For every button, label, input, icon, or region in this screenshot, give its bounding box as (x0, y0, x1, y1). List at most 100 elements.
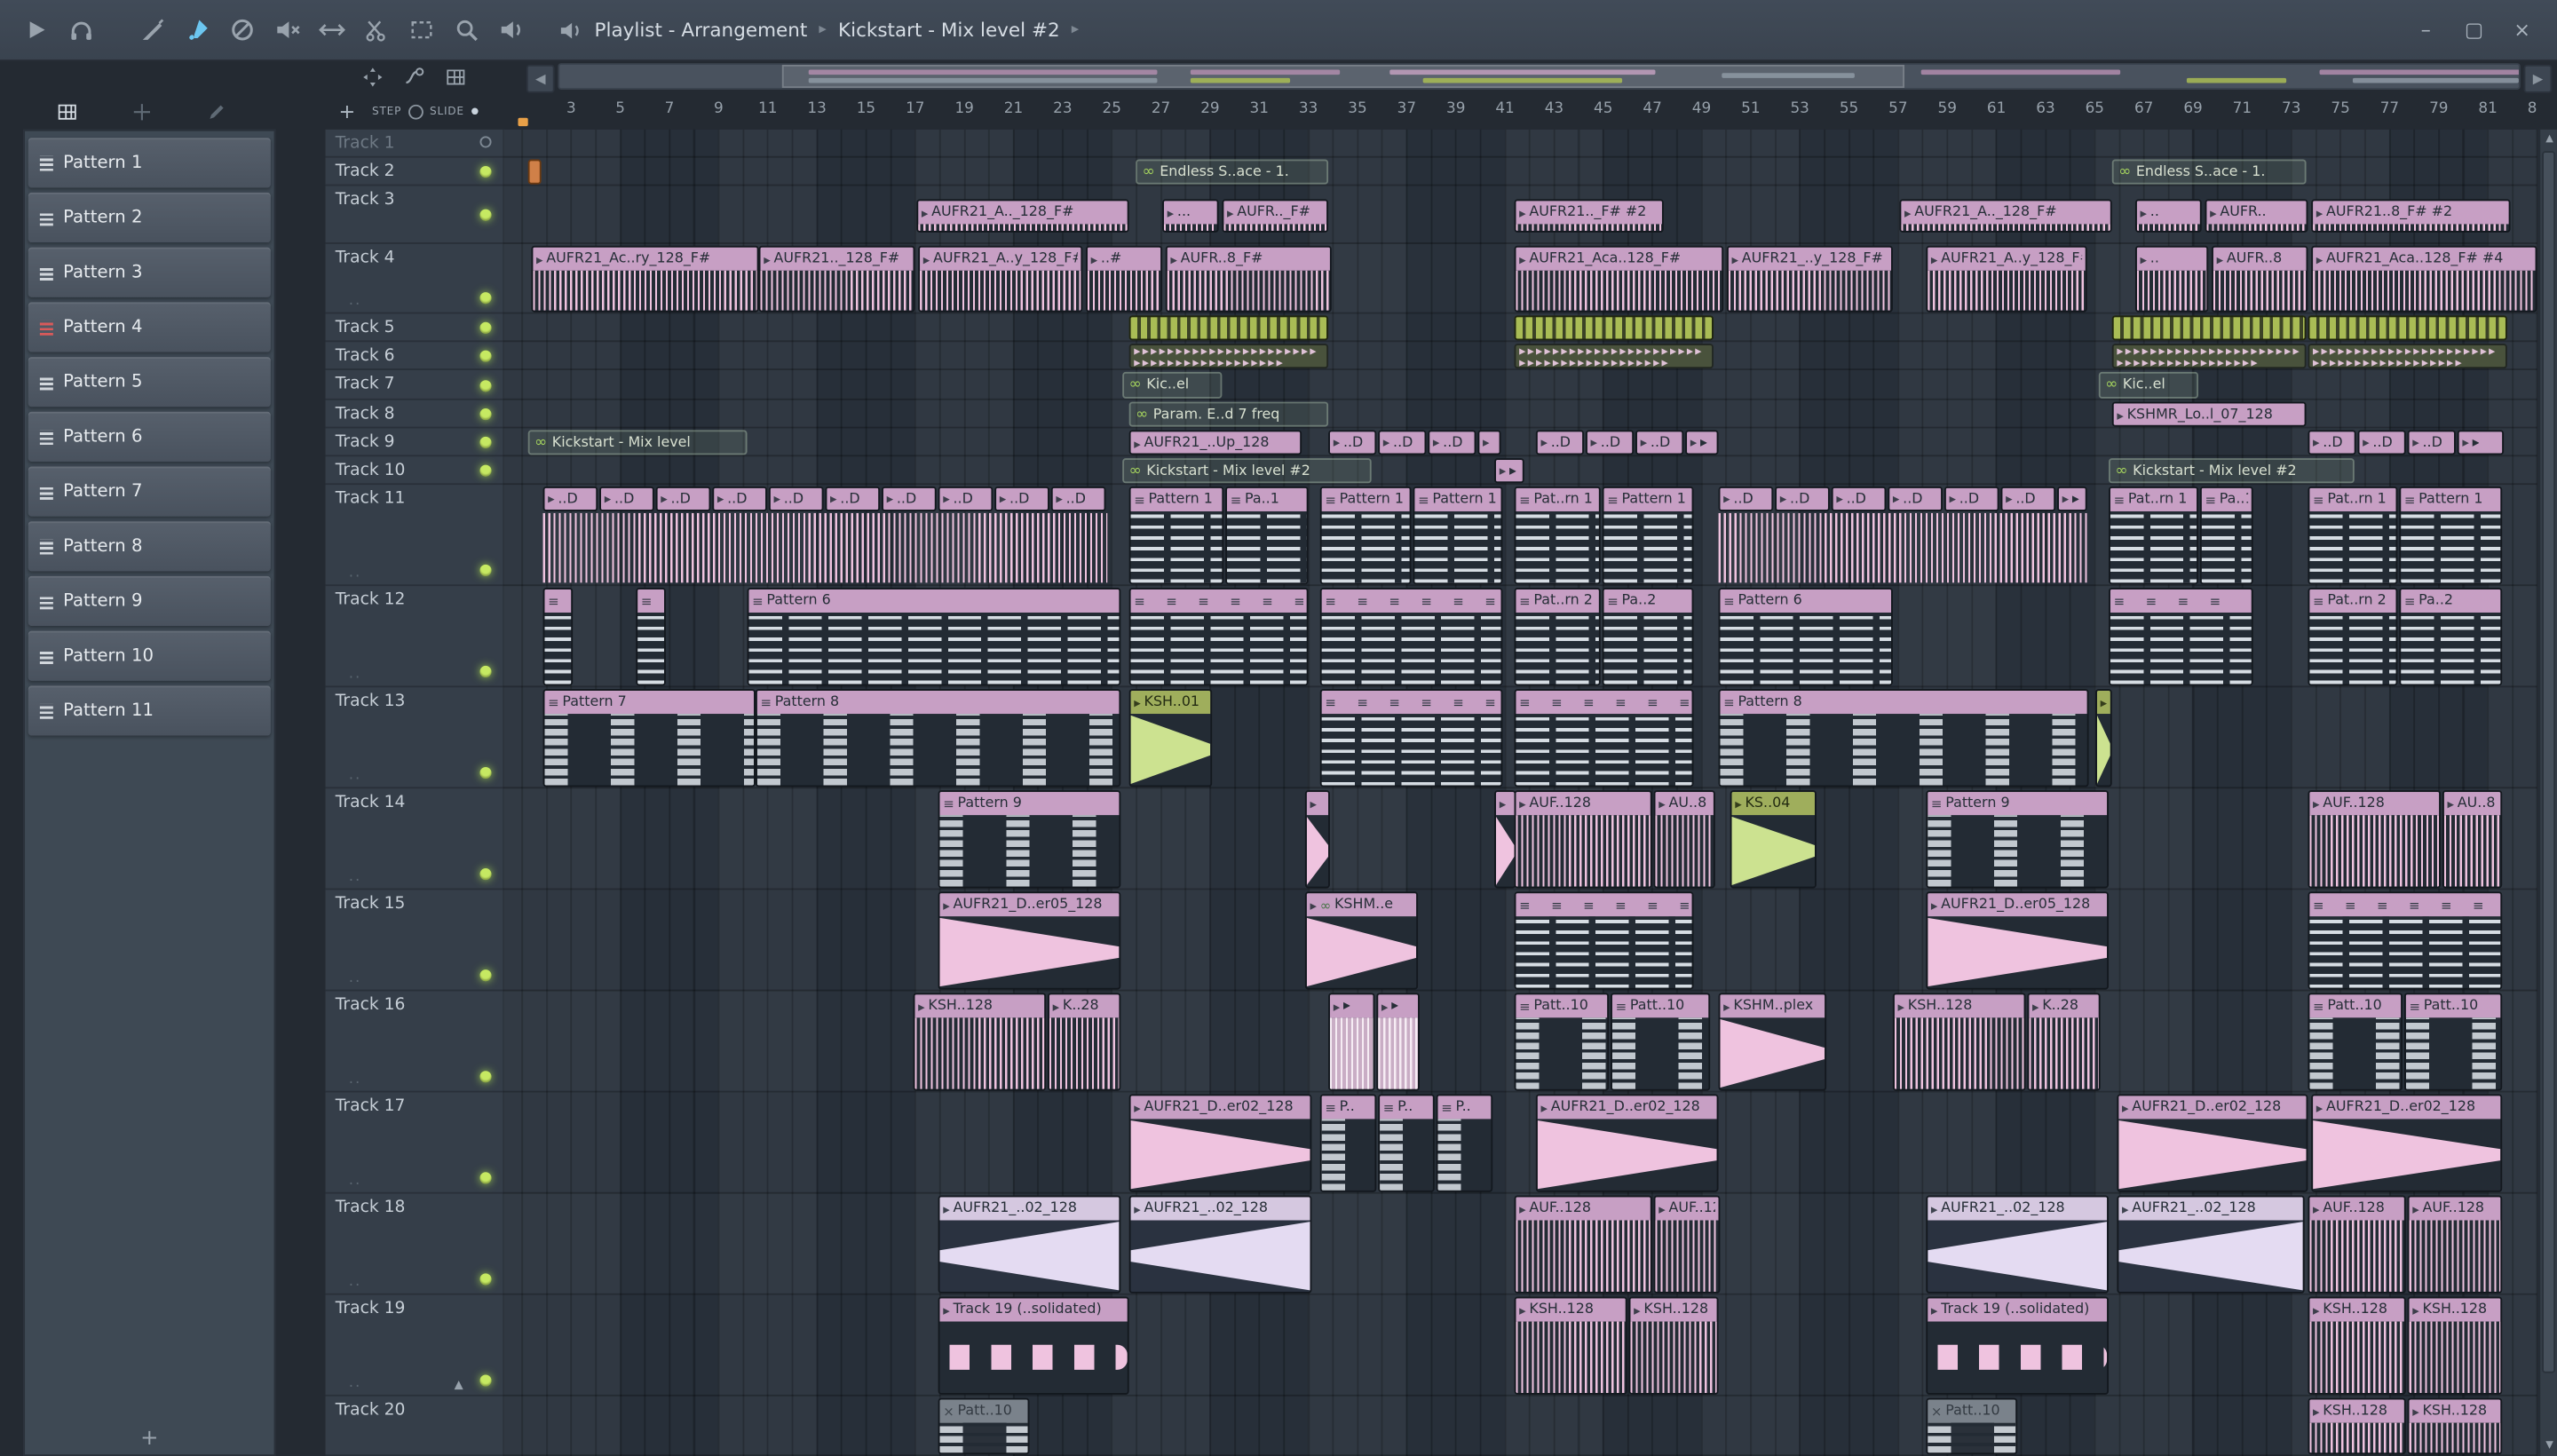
clip-d[interactable]: ▸ ..D (768, 486, 824, 511)
track-header-track-13[interactable]: Track 13 ·· (325, 687, 503, 789)
clip-[interactable]: ▸ ▸ (1376, 993, 1420, 1091)
clip-tiny[interactable] (527, 159, 542, 185)
clip-param-e-d-7-freq[interactable]: ∞ Param. E..d 7 freq (1128, 401, 1329, 427)
slip-tool-icon[interactable] (319, 17, 345, 44)
crosshair-icon[interactable] (131, 100, 153, 122)
clip-aufr-8-f[interactable]: ▸ AUFR..8_F# (1165, 245, 1332, 313)
clip-ksh-128[interactable]: ▸ KSH..128 (2308, 1296, 2406, 1395)
pattern-item-pattern-2[interactable]: Pattern 2 (28, 192, 271, 243)
clip-wave[interactable] (542, 512, 1108, 583)
clip-d[interactable]: ▸ ..D (1943, 486, 1999, 511)
clip-kickstart-mix-level-2[interactable]: ∞ Kickstart - Mix level #2 (1122, 458, 1372, 484)
clip-aufr-f[interactable]: ▸ AUFR.._F# (1222, 199, 1329, 233)
minimize-button[interactable]: – (2414, 19, 2437, 42)
play-icon[interactable] (23, 17, 50, 44)
clip-ksh-128[interactable]: ▸ KSH..128 (2407, 1397, 2503, 1455)
clip-aufr21-d-er02-128[interactable]: ▸ AUFR21_D..er02_128 (2311, 1094, 2503, 1192)
clip-track-19-solidated[interactable]: ▸ Track 19 (..solidated) (938, 1296, 1129, 1395)
track-header-track-19[interactable]: Track 19 ▲ ·· (325, 1295, 503, 1397)
track-resize-grip[interactable]: ·· (349, 671, 361, 688)
clip-pattern[interactable]: ≡ (542, 588, 574, 686)
track-enable-led[interactable] (479, 292, 492, 305)
pattern-item-pattern-1[interactable]: Pattern 1 (28, 138, 271, 188)
clip-p[interactable]: ≡ P.. (1436, 1094, 1493, 1192)
clip-[interactable]: ≡ ≡ ≡ ≡ ≡ ≡ (1128, 588, 1309, 686)
step-toggle[interactable] (408, 103, 424, 119)
clip-aufr21-d-er02-128[interactable]: ▸ AUFR21_D..er02_128 (1535, 1094, 1719, 1192)
track-resize-grip[interactable]: ·· (349, 1380, 361, 1397)
clip-d[interactable]: ▸ ..D (1050, 486, 1106, 511)
clip-d[interactable]: ▸ ..D (1775, 486, 1830, 511)
clip-kickstart-mix-level[interactable]: ∞ Kickstart - Mix level (527, 430, 748, 455)
clip-patt-10[interactable]: × Patt..10 (1926, 1397, 2018, 1455)
clip-pa-1[interactable]: ≡Pa..1 (1225, 486, 1309, 585)
clip-aufr21-d-er05-128[interactable]: ▸ AUFR21_D..er05_128 (1926, 891, 2110, 990)
clip-ksh-128[interactable]: ▸ KSH..128 (913, 993, 1047, 1091)
clip-small[interactable]: ▸ (1477, 430, 1501, 455)
scroll-down-button[interactable]: ▼ (2540, 1436, 2557, 1456)
clip-steps[interactable] (1128, 315, 1329, 341)
clip-aufr21-a-y-128-f[interactable]: ▸ AUFR21_A..y_128_F# (918, 245, 1083, 313)
clip-[interactable]: ≡ ≡ ≡ ≡ ≡ ≡ (1319, 689, 1503, 787)
clip-auf-128[interactable]: ▸AUF..128 (2308, 1195, 2406, 1294)
clip-pat-rn-2[interactable]: ≡ Pat..rn 2 (2308, 588, 2398, 686)
clip-aufr21-d-er02-128[interactable]: ▸ AUFR21_D..er02_128 (2117, 1094, 2308, 1192)
track-resize-grip[interactable]: ·· (349, 1278, 361, 1295)
clip-aufr-8[interactable]: ▸ AUFR..8 (2211, 245, 2308, 313)
clip-d[interactable]: ▸ ..D (1328, 430, 1377, 455)
clip-[interactable]: ▸.. (2134, 245, 2209, 313)
clip-kshm-e[interactable]: ▸ ∞ KSHM..e (1304, 891, 1419, 990)
clip-patt-10[interactable]: ≡ Patt..10 (1610, 993, 1711, 1091)
clip-aufr21-02-128[interactable]: ▸ AUFR21_..02_128 (1128, 1195, 1312, 1294)
track-enable-led[interactable] (479, 1071, 492, 1083)
playhead-marker[interactable] (518, 117, 528, 127)
clip-ksh-01[interactable]: ▸ KSH..01 (1128, 689, 1213, 787)
clip-aufr21-128-f[interactable]: ▸ AUFR21.._128_F# (758, 245, 915, 313)
clip-aufr21-02-128[interactable]: ▸ AUFR21_..02_128 (2117, 1195, 2305, 1294)
slice-tool-icon[interactable] (139, 17, 166, 44)
clip-[interactable]: ▸... (1162, 199, 1219, 233)
clip-auf-128[interactable]: ▸AUF..128 (1514, 790, 1652, 889)
clip-pat-rn-1[interactable]: ≡ Pat..rn 1 (2109, 486, 2199, 585)
clip-aufr21-02-128[interactable]: ▸ AUFR21_..02_128 (938, 1195, 1121, 1294)
clip-aufr[interactable]: ▸ AUFR.. (2205, 199, 2308, 233)
clip-pattern-1[interactable]: ≡ Pattern 1 (1602, 486, 1694, 585)
clip-kickstart-mix-level-2[interactable]: ∞ Kickstart - Mix level #2 (2109, 458, 2355, 484)
clip-pa-2[interactable]: ≡ Pa..2 (1602, 588, 1694, 686)
clip-d[interactable]: ▸ ..D (1585, 430, 1635, 455)
clip-ks-04[interactable]: ▸ KS..04 (1730, 790, 1817, 889)
clip-d[interactable]: ▸ ..D (2407, 430, 2456, 455)
track-enable-led[interactable] (479, 1374, 492, 1387)
track-header-track-7[interactable]: Track 7 (325, 370, 503, 400)
track-enable-led[interactable] (479, 1273, 492, 1286)
track-header-track-8[interactable]: Track 8 (325, 400, 503, 429)
pattern-grid-icon[interactable] (57, 100, 78, 122)
clip-aufr21-a-128-f[interactable]: ▸ AUFR21_A.._128_F# (916, 199, 1129, 233)
clip-aufr21-aca-128-f-4[interactable]: ▸ AUFR21_Aca..128_F# #4 (2311, 245, 2537, 313)
clip-aufr21-up-128[interactable]: ▸ AUFR21_..Up_128 (1128, 430, 1302, 455)
delete-tool-icon[interactable] (229, 17, 256, 44)
clip-[interactable]: ▸.. (2134, 199, 2202, 233)
clip-aufr21-y-128-f[interactable]: ▸ AUFR21_..y_128_F# (1726, 245, 1893, 313)
close-button[interactable]: × (2511, 19, 2534, 42)
clip-aufr21-02-128[interactable]: ▸ AUFR21_..02_128 (1926, 1195, 2110, 1294)
clip-pattern-1[interactable]: ≡ Pattern 1 (2399, 486, 2503, 585)
clip-d[interactable]: ▸ ..D (1378, 430, 1427, 455)
track-resize-grip[interactable]: ·· (349, 874, 361, 890)
clip-pat-rn-1[interactable]: ≡ Pat..rn 1 (1514, 486, 1601, 585)
clip-d[interactable]: ▸ ..D (1831, 486, 1887, 511)
pattern-item-pattern-10[interactable]: Pattern 10 (28, 630, 271, 681)
clip-arrows[interactable]: ▶▶▶▶▶▶▶▶▶▶▶▶▶▶▶▶▶▶▶▶▶▶▶▶▶▶▶▶▶▶▶▶▶▶▶▶▶▶▶▶ (1128, 344, 1329, 369)
vertical-scrollbar[interactable]: ▲ ▼ (2538, 129, 2557, 1456)
clip-pat-rn-2[interactable]: ≡ Pat..rn 2 (1514, 588, 1601, 686)
clip-patt-10[interactable]: ≡ Patt..10 (2403, 993, 2503, 1091)
clip-steps[interactable] (2308, 315, 2507, 341)
zoom-tool-icon[interactable] (454, 17, 480, 44)
clip-aufr21-a-128-f[interactable]: ▸ AUFR21_A.._128_F# (1899, 199, 2112, 233)
clip-auf-128[interactable]: ▸AUF..128 (2407, 1195, 2503, 1294)
scroll-up-button[interactable]: ▲ (2540, 130, 2557, 149)
clip-steps[interactable] (2111, 315, 2307, 341)
clip-pattern-9[interactable]: ≡ Pattern 9 (938, 790, 1121, 889)
clip-d[interactable]: ▸ ..D (542, 486, 598, 511)
track-header-track-2[interactable]: Track 2 (325, 158, 503, 186)
